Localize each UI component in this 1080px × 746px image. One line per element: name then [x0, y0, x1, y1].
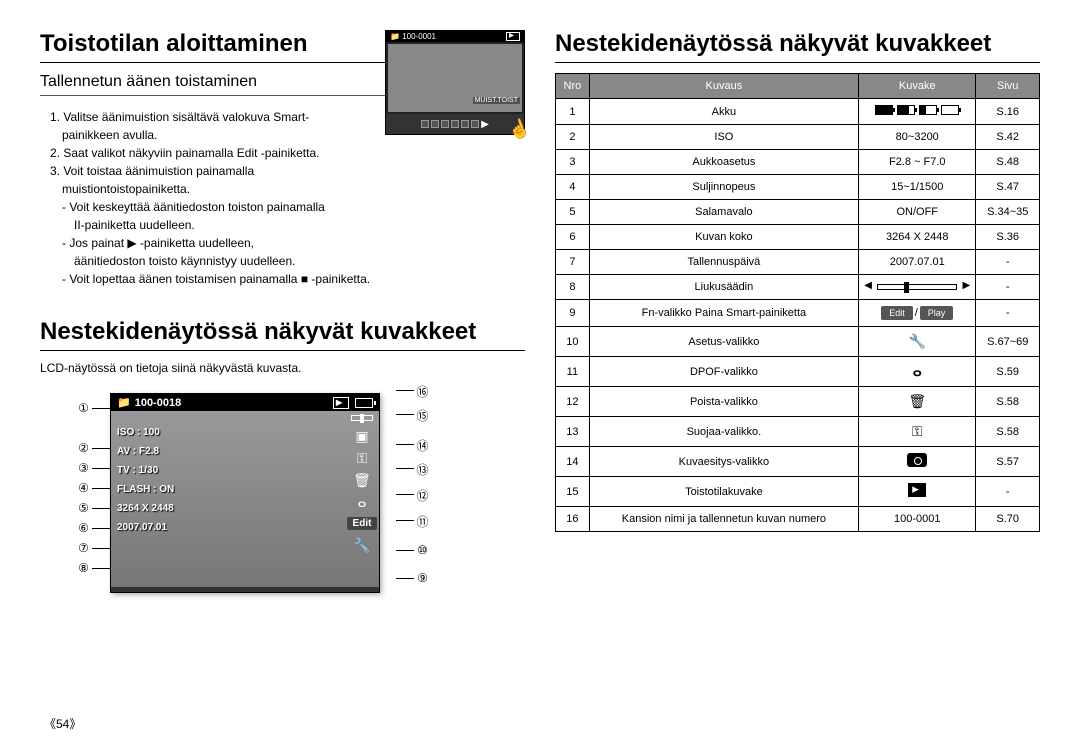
memo-play-label: MUIST.TOIST: [473, 97, 520, 104]
slider-icon: [351, 415, 373, 421]
flash-value: FLASH : ON: [117, 480, 341, 499]
callout-10: ⑩: [415, 543, 430, 557]
table-row: 9Fn-valikko Paina Smart-painikettaEdit/P…: [556, 300, 1040, 327]
callout-5: ⑤: [76, 501, 91, 515]
callout-6: ⑥: [76, 521, 91, 535]
callout-12: ⑫: [415, 487, 430, 504]
dpof-icon: ⴰ: [357, 495, 366, 509]
table-row: 5SalamavaloON/OFFS.34~35: [556, 200, 1040, 225]
lcd-diagram: ① ② ③ ④ ⑤ ⑥ ⑦ ⑧ ⑯ ⑮ ⑭ ⑬ ⑫ ⑪ ⑩ ⑨: [80, 393, 460, 593]
camera-icon: [907, 453, 927, 467]
callout-7: ⑦: [76, 541, 91, 555]
table-row: 2ISO80~3200S.42: [556, 125, 1040, 150]
table-row: 8Liukusäädin-: [556, 275, 1040, 300]
table-row: 3AukkoasetusF2.8 ~ F7.0S.48: [556, 150, 1040, 175]
thumbnail-controls: ▶: [386, 114, 524, 134]
callout-1: ①: [76, 401, 91, 415]
trash-icon: 🗑: [353, 473, 371, 487]
page-number: 《54》: [44, 715, 81, 732]
instructions-list: 1. Valitse äänimuistion sisältävä valoku…: [40, 108, 380, 288]
wrench-icon: 🔧: [353, 538, 370, 552]
header-no: Nro: [556, 74, 590, 99]
table-row: 1AkkuS.16: [556, 99, 1040, 125]
table-row: 14Kuvaesitys-valikkoS.57: [556, 447, 1040, 477]
section-title-lcd-icons-left: Nestekidenäytössä näkyvät kuvakkeet: [40, 318, 525, 351]
table-row: 10Asetus-valikko🔧S.67~69: [556, 327, 1040, 357]
folder-number: 100-0018: [135, 397, 182, 409]
slideshow-icon: ▣: [355, 429, 368, 443]
callout-16: ⑯: [415, 383, 430, 400]
folder-icon: 📁 100-0001: [390, 32, 436, 41]
callout-13: ⑬: [415, 461, 430, 478]
callout-2: ②: [76, 441, 91, 455]
callout-14: ⑭: [415, 437, 430, 454]
section-title-lcd-icons-right: Nestekidenäytössä näkyvät kuvakkeet: [555, 30, 1040, 63]
table-row: 12Poista-valikko🗑S.58: [556, 387, 1040, 417]
playback-icon: [333, 397, 349, 409]
table-row: 6Kuvan koko3264 X 2448S.36: [556, 225, 1040, 250]
date-value: 2007.07.01: [117, 518, 341, 537]
play-pill: Play: [920, 306, 954, 320]
callout-4: ④: [76, 481, 91, 495]
battery-icon: [355, 398, 373, 408]
size-value: 3264 X 2448: [117, 499, 341, 518]
av-value: AV : F2.8: [117, 442, 341, 461]
small-lcd-preview: 📁 100-0001 MUIST.TOIST ▶ ☝: [385, 30, 525, 135]
tv-value: TV : 1/30: [117, 461, 341, 480]
wrench-icon: 🔧: [909, 333, 926, 349]
table-row: 11DPOF-valikkoⴰS.59: [556, 357, 1040, 387]
edit-pill: Edit: [881, 306, 913, 320]
callout-11: ⑪: [415, 513, 430, 530]
callout-15: ⑮: [415, 407, 430, 424]
key-icon: ⚿: [357, 451, 368, 465]
playback-icon: [908, 483, 926, 497]
table-row: 4Suljinnopeus15~1/1500S.47: [556, 175, 1040, 200]
key-icon: ⚿: [912, 423, 923, 439]
folder-icon: 📁: [117, 396, 131, 409]
icon-reference-table: Nro Kuvaus Kuvake Sivu 1AkkuS.162ISO80~3…: [555, 73, 1040, 532]
iso-value: ISO : 100: [117, 423, 341, 442]
edit-button: Edit: [347, 517, 378, 530]
table-row: 16Kansion nimi ja tallennetun kuvan nume…: [556, 507, 1040, 532]
playback-icon: [506, 32, 520, 41]
lcd-description: LCD-näytössä on tietoja siinä näkyvästä …: [40, 361, 525, 375]
table-row: 7Tallennuspäivä2007.07.01-: [556, 250, 1040, 275]
dpof-icon: ⴰ: [913, 363, 922, 379]
table-row: 13Suojaa-valikko.⚿S.58: [556, 417, 1040, 447]
callout-9: ⑨: [415, 571, 430, 585]
callout-3: ③: [76, 461, 91, 475]
callout-8: ⑧: [76, 561, 91, 575]
table-row: 15Toistotilakuvake-: [556, 477, 1040, 507]
header-desc: Kuvaus: [589, 74, 858, 99]
header-icon: Kuvake: [859, 74, 976, 99]
trash-icon: 🗑: [908, 393, 926, 409]
header-page: Sivu: [976, 74, 1040, 99]
